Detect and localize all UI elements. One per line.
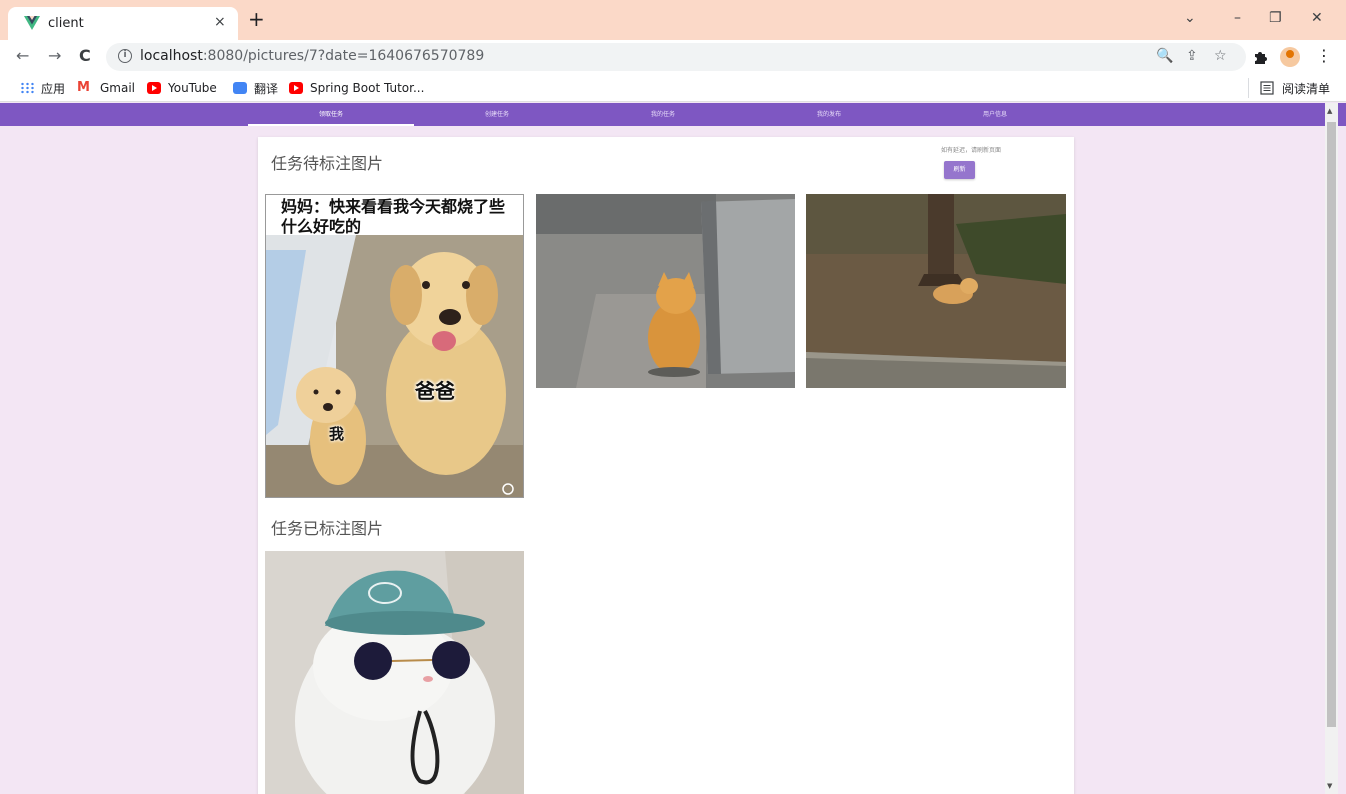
app-nav-bar: 领取任务 创建任务 我的任务 我的发布 用户信息 — [0, 103, 1346, 126]
tab-title: client — [48, 16, 84, 31]
scroll-down-icon[interactable]: ▼ — [1327, 782, 1332, 790]
cat-with-sunglasses-image[interactable] — [265, 551, 524, 794]
nav-tab-claim-task[interactable]: 领取任务 — [248, 103, 414, 126]
back-button[interactable]: ← — [16, 46, 29, 66]
nav-tab-my-posts[interactable]: 我的发布 — [746, 103, 912, 126]
bookmark-translate[interactable]: 翻译 — [233, 79, 278, 97]
bookmarks-separator — [1248, 78, 1249, 98]
cat-under-tree-illustration — [806, 194, 1066, 388]
nav-tab-my-tasks[interactable]: 我的任务 — [580, 103, 746, 126]
reading-list[interactable]: 阅读清单 — [1260, 79, 1330, 97]
gmail-icon: M — [77, 80, 90, 95]
restore-icon[interactable]: ❐ — [1269, 10, 1282, 26]
bookmark-youtube[interactable]: YouTube — [147, 79, 217, 97]
site-info-icon[interactable]: i — [118, 49, 132, 63]
cat-by-wall-image[interactable] — [536, 194, 795, 388]
share-icon[interactable]: ⇪ — [1186, 48, 1198, 64]
tab-strip: client × + ⌄ – ❐ ✕ — [0, 0, 1346, 40]
close-window-icon[interactable]: ✕ — [1311, 10, 1323, 26]
bookmarks-bar: 应用 M Gmail YouTube 翻译 Spring Boot Tutor..… — [0, 74, 1346, 102]
profile-avatar[interactable] — [1280, 47, 1300, 67]
youtube-icon — [289, 82, 303, 94]
bookmark-apps[interactable]: 应用 — [20, 79, 65, 97]
bookmark-star-icon[interactable]: ☆ — [1214, 48, 1227, 64]
meme-label-me: 我 — [329, 425, 345, 443]
apps-icon — [20, 82, 34, 94]
scrollbar-thumb[interactable] — [1327, 122, 1336, 727]
vue-logo-icon — [24, 16, 40, 30]
tab-close-icon[interactable]: × — [214, 14, 226, 30]
cat-by-wall-illustration — [536, 194, 795, 388]
new-tab-button[interactable]: + — [248, 9, 265, 29]
scroll-up-icon[interactable]: ▲ — [1327, 107, 1332, 115]
reload-button[interactable]: C — [79, 46, 91, 66]
forward-button[interactable]: → — [48, 46, 61, 66]
zoom-icon[interactable]: 🔍 — [1156, 48, 1173, 64]
nav-tab-create-task[interactable]: 创建任务 — [414, 103, 580, 126]
bookmark-gmail[interactable]: M Gmail — [77, 79, 135, 97]
translate-icon — [233, 82, 247, 94]
youtube-icon — [147, 82, 161, 94]
bookmark-spring-boot[interactable]: Spring Boot Tutor... — [289, 79, 424, 97]
done-section-title: 任务已标注图片 — [271, 519, 384, 538]
cat-under-tree-image[interactable] — [806, 194, 1066, 388]
minimize-icon[interactable]: – — [1234, 10, 1241, 26]
puzzle-icon[interactable] — [1252, 49, 1268, 65]
refresh-notice: 如有延迟，请刷新页面 — [941, 147, 1002, 154]
meme-dogs-image[interactable]: 妈妈：快来看看我今天都烧了些 什么好吃的 爸爸 我 — [265, 194, 524, 498]
browser-menu-icon[interactable]: ⋮ — [1316, 46, 1332, 65]
address-bar[interactable]: i localhost:8080/pictures/7?date=1640676… — [106, 43, 1246, 71]
tab-search-icon[interactable]: ⌄ — [1184, 10, 1196, 26]
browser-tab[interactable]: client × — [8, 7, 238, 40]
url-text[interactable]: localhost:8080/pictures/7?date=164067657… — [140, 48, 484, 64]
nav-tab-user-info[interactable]: 用户信息 — [912, 103, 1078, 126]
reading-list-icon — [1260, 81, 1274, 95]
meme-dogs-illustration — [266, 235, 523, 497]
browser-toolbar: ← → C i localhost:8080/pictures/7?date=1… — [0, 40, 1346, 74]
refresh-button[interactable]: 刷新 — [944, 161, 975, 179]
meme-label-dad: 爸爸 — [415, 379, 455, 403]
pending-section-title: 任务待标注图片 — [271, 154, 384, 173]
meme-caption: 妈妈：快来看看我今天都烧了些 什么好吃的 — [281, 197, 506, 236]
cat-with-sunglasses-illustration — [265, 551, 524, 794]
